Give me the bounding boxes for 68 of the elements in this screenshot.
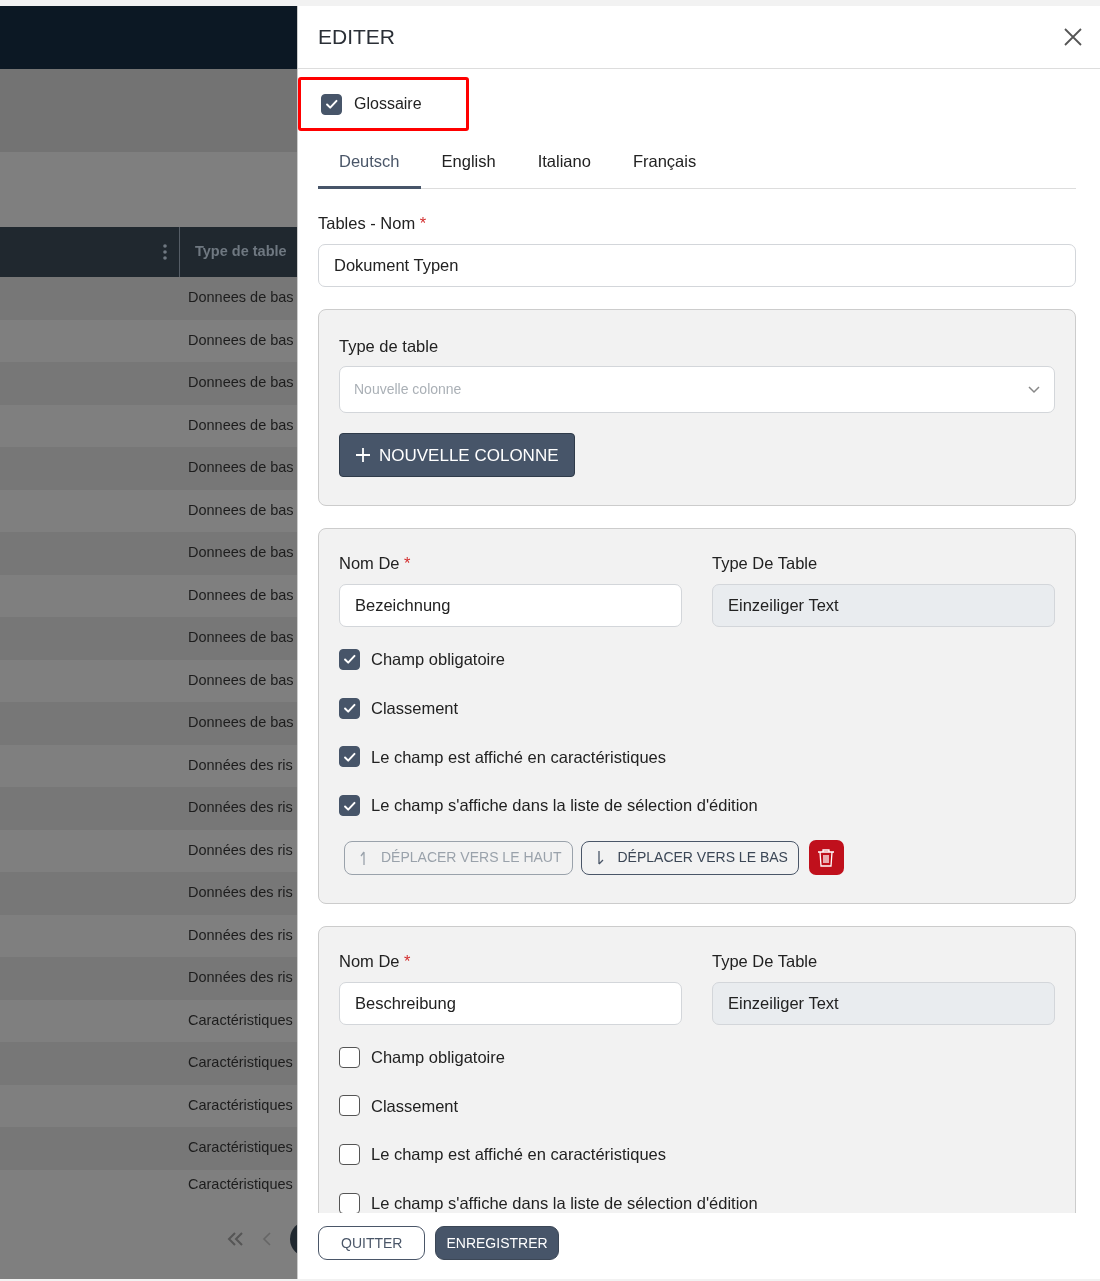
trash-icon xyxy=(817,847,836,868)
table-cell-text: Données des ris xyxy=(188,968,293,988)
checkbox[interactable] xyxy=(339,1095,360,1117)
table-cell-text: Caractéristiques xyxy=(188,1174,293,1194)
input-field[interactable]: Beschreibung xyxy=(339,981,682,1025)
checkbox-label: Classement xyxy=(371,697,459,719)
table-cell-text: Données des ris xyxy=(188,883,293,903)
table-cell-text: Caractéristiques xyxy=(188,1010,293,1030)
field-label: Type De Table xyxy=(712,951,819,972)
table-cell-text: Caractéristiques xyxy=(188,1138,293,1158)
arrow-down-icon xyxy=(595,849,606,866)
field-label: Nom De * xyxy=(339,553,412,575)
table-cell-text: Donnees de bas xyxy=(188,373,294,393)
checkbox-label: Le champ est affiché en caractéristiques xyxy=(371,746,667,768)
panel-title: EDITER xyxy=(318,24,395,51)
table-cell-text: Donnees de bas xyxy=(188,628,294,648)
table-cell-text: Données des ris xyxy=(188,925,293,945)
table-cell-text: Données des ris xyxy=(188,798,293,818)
field-label: Type de table xyxy=(339,335,440,357)
table-cell-text: Donnees de bas xyxy=(188,670,294,690)
table-cell-text: Caractéristiques xyxy=(188,1095,293,1115)
checkbox-label: Le champ s'affiche dans la liste de sélection d'édition xyxy=(371,1193,758,1213)
language-tab[interactable]: English xyxy=(420,139,517,189)
table-cell-text: Données des ris xyxy=(188,755,293,775)
language-tab[interactable]: Italiano xyxy=(516,139,612,189)
field-label: Type De Table xyxy=(712,553,819,575)
language-tab[interactable]: Deutsch xyxy=(318,139,421,189)
table-cell-text: Donnees de bas xyxy=(188,500,294,520)
delete-button[interactable] xyxy=(808,840,844,875)
close-button[interactable] xyxy=(1064,28,1082,46)
chevron-down-icon xyxy=(1028,385,1040,394)
checkbox-label: Glossaire xyxy=(354,94,422,114)
input-field[interactable]: Dokument Typen xyxy=(318,243,1076,287)
move-down-button[interactable]: DÉPLACER VERS LE BAS xyxy=(580,840,799,875)
readonly-field: Einzeiliger Text xyxy=(712,981,1055,1025)
checkbox-label: Champ obligatoire xyxy=(371,649,505,670)
plus-icon xyxy=(355,447,371,464)
field-label: Tables - Nom * xyxy=(318,212,428,234)
checkbox[interactable] xyxy=(321,93,342,115)
checkbox[interactable] xyxy=(339,746,360,768)
table-cell-text: Donnees de bas xyxy=(188,330,294,350)
checkbox-label: Classement xyxy=(371,1095,459,1117)
table-cell-text: Donnees de bas xyxy=(188,585,294,605)
table-cell-text: Donnees de bas xyxy=(188,415,294,435)
table-cell-text: Caractéristiques xyxy=(188,1053,293,1073)
table-cell-text: Données des ris xyxy=(188,840,293,860)
add-column-button[interactable]: NOUVELLE COLONNE xyxy=(339,433,575,478)
save-button[interactable]: ENREGISTRER xyxy=(435,1226,559,1260)
checkbox[interactable] xyxy=(339,648,360,670)
checkbox-label: Le champ s'affiche dans la liste de sélection d'édition xyxy=(371,795,758,817)
quit-button[interactable]: QUITTER xyxy=(318,1226,426,1260)
checkbox-label: Champ obligatoire xyxy=(371,1046,505,1068)
field-label: Nom De * xyxy=(339,951,412,972)
table-cell-text: Donnees de bas xyxy=(188,458,294,478)
checkbox-label: Le champ est affiché en caractéristiques xyxy=(371,1144,667,1166)
checkbox[interactable] xyxy=(339,795,360,817)
checkbox[interactable] xyxy=(339,1046,360,1068)
checkbox[interactable] xyxy=(339,697,360,719)
readonly-field: Einzeiliger Text xyxy=(712,584,1055,627)
kebab-menu-icon[interactable] xyxy=(163,244,167,260)
input-field[interactable]: Bezeichnung xyxy=(339,584,682,627)
table-cell-text: Donnees de bas xyxy=(188,543,294,563)
table-cell-text: Donnees de bas xyxy=(188,288,294,308)
checkbox[interactable] xyxy=(339,1192,360,1213)
table-cell-text: Donnees de bas xyxy=(188,713,294,733)
checkbox[interactable] xyxy=(339,1144,360,1166)
language-tab[interactable]: Français xyxy=(611,139,718,189)
close-icon xyxy=(1064,28,1082,46)
